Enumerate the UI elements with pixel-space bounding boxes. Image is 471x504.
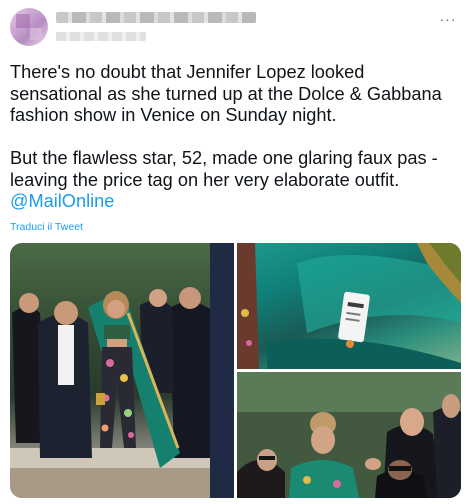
author-name-blurred[interactable] — [56, 12, 256, 23]
author-avatar[interactable] — [10, 8, 48, 46]
tweet-paragraph-2-text: But the flawless star, 52, made one glar… — [10, 148, 438, 190]
photo-price-tag-illustration — [237, 243, 461, 369]
photo-event-closeup[interactable] — [237, 372, 461, 498]
tweet-text: There's no doubt that Jennifer Lopez loo… — [10, 62, 460, 213]
photo-arrival-illustration — [10, 243, 234, 498]
translate-tweet-link[interactable]: Traduci il Tweet — [10, 221, 83, 233]
tweet-paragraph-2: But the flawless star, 52, made one glar… — [10, 148, 460, 213]
mention-link[interactable]: @MailOnline — [10, 191, 114, 211]
photo-arrival[interactable] — [10, 243, 234, 498]
more-options-icon[interactable]: ··· — [439, 10, 457, 28]
tweet-card[interactable]: ··· There's no doubt that Jennifer Lopez… — [0, 0, 471, 504]
media-grid — [10, 243, 461, 498]
tweet-paragraph-1: There's no doubt that Jennifer Lopez loo… — [10, 62, 442, 125]
photo-price-tag[interactable] — [237, 243, 461, 369]
author-handle-blurred[interactable] — [56, 32, 146, 41]
photo-event-closeup-illustration — [237, 372, 461, 498]
